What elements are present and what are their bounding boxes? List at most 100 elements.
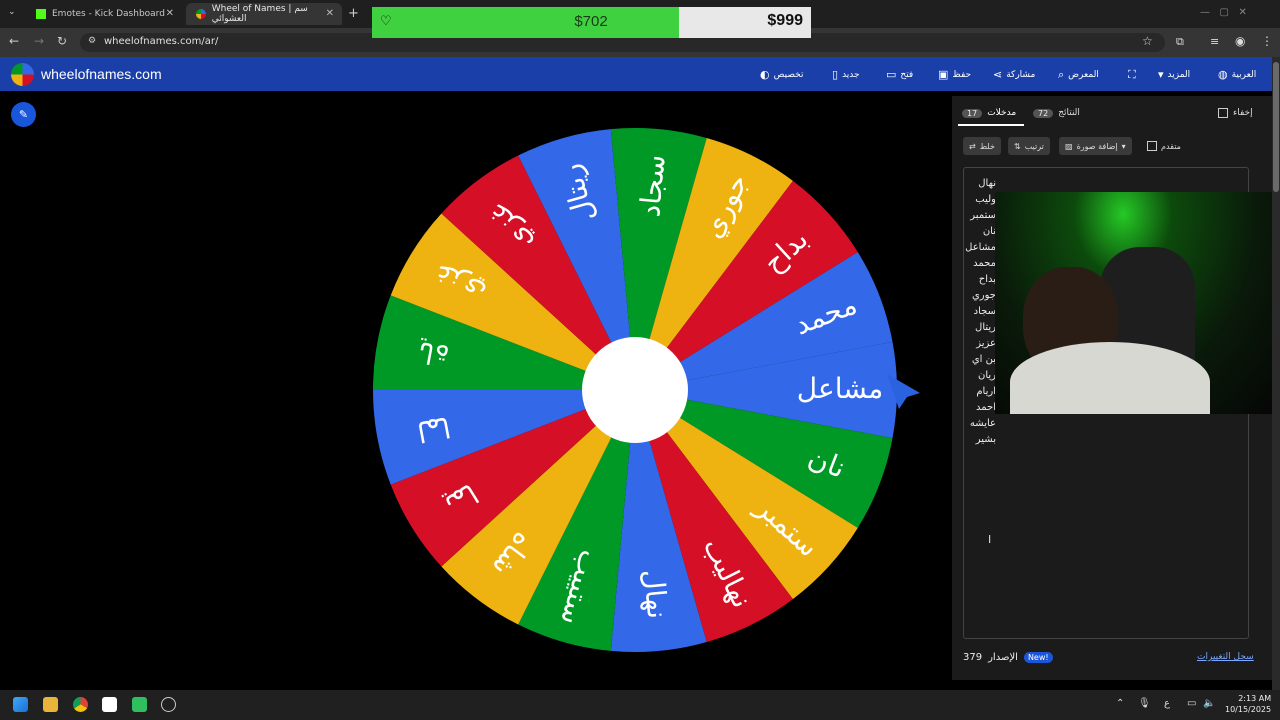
entry-line[interactable]: نان xyxy=(960,224,996,240)
taskbar xyxy=(0,690,1280,720)
shuffle-icon: ⇄ xyxy=(969,141,976,151)
entry-line[interactable]: ستمبر xyxy=(960,208,996,224)
folder-icon: ▭ xyxy=(886,68,897,81)
entry-line[interactable]: بداح xyxy=(960,272,996,288)
clock-date: 10/15/2025 xyxy=(1225,705,1272,714)
forward-icon[interactable]: → xyxy=(34,34,44,48)
wheel-slice-label: لما xyxy=(414,410,453,449)
advanced-checkbox[interactable] xyxy=(1147,141,1157,151)
advanced-toggle[interactable]: متقدم xyxy=(1141,137,1187,155)
globe-icon: ◍ xyxy=(1218,68,1228,81)
sort-button[interactable]: ⇅ ترتيب xyxy=(1008,137,1050,155)
wheel-slice-label: سجاد xyxy=(633,153,672,218)
hide-checkbox[interactable] xyxy=(1218,108,1228,118)
pencil-icon: ✎ xyxy=(18,108,29,121)
logo-icon[interactable] xyxy=(11,63,34,86)
media-icon[interactable]: ≡ xyxy=(1210,35,1219,48)
profile-icon[interactable]: ◉ xyxy=(1235,34,1245,48)
palette-icon: ◐ xyxy=(760,68,770,81)
close-tab-icon[interactable]: ✕ xyxy=(166,8,174,19)
entry-line[interactable]: جوري xyxy=(960,288,996,304)
webcam-overlay xyxy=(995,192,1280,414)
wheel-favicon-icon xyxy=(196,9,206,19)
close-tab-icon[interactable]: ✕ xyxy=(326,8,334,19)
tray-chevron-icon[interactable]: ⌃ xyxy=(1116,698,1124,709)
back-icon[interactable]: ← xyxy=(9,34,19,48)
extensions-icon[interactable]: ⧉ xyxy=(1176,35,1184,49)
edit-pencil-button[interactable]: ✎ xyxy=(11,102,36,127)
entry-line[interactable]: محمد xyxy=(960,256,996,272)
version-number: 379 xyxy=(963,652,983,663)
obs-app-icon[interactable] xyxy=(102,697,117,712)
hide-toggle[interactable]: إخفاء xyxy=(1218,108,1253,118)
site-title[interactable]: wheelofnames.com xyxy=(41,66,162,82)
clock-time: 2:13 AM xyxy=(1238,694,1272,703)
entry-line[interactable]: احمد xyxy=(960,400,996,416)
menu-dots-icon[interactable]: ⋮ xyxy=(1261,34,1273,48)
version-row: 379 الإصدار New! xyxy=(963,652,1053,663)
wheel-center[interactable] xyxy=(582,337,688,443)
chrome-icon[interactable] xyxy=(73,697,88,712)
tab-label: Wheel of Names | سم العشوائي xyxy=(211,4,308,24)
menu-open[interactable]: ▭ فتح xyxy=(886,68,913,81)
reload-icon[interactable]: ↻ xyxy=(57,34,67,48)
menu-more[interactable]: ▾ المزيد xyxy=(1158,68,1190,81)
sort-icon: ⇅ xyxy=(1014,141,1021,151)
add-image-button[interactable]: ▨ إضافة صورة ▾ xyxy=(1059,137,1132,155)
new-badge: New! xyxy=(1023,652,1053,663)
donation-goal-bar: ♡ $702 $999 xyxy=(372,7,811,38)
share-icon: ⋖ xyxy=(993,68,1003,81)
network-icon[interactable]: ▭ xyxy=(1187,698,1196,709)
fullscreen-icon: ⛶ xyxy=(1128,68,1136,81)
changelog-link[interactable]: سجل التغييرات xyxy=(1197,652,1254,662)
entries-count: 17 xyxy=(962,108,983,118)
clock[interactable]: 2:13 AM 10/15/2025 xyxy=(1225,693,1271,715)
new-tab-button[interactable]: + xyxy=(348,6,359,21)
entry-line[interactable]: وليب xyxy=(960,192,996,208)
volume-icon[interactable]: 🔈 xyxy=(1203,698,1215,709)
file-icon: ▯ xyxy=(832,68,839,81)
scrollbar-thumb[interactable] xyxy=(1273,62,1279,192)
wheel-slice-label: مشاعل xyxy=(797,372,883,405)
image-icon: ▨ xyxy=(1065,141,1073,151)
kick-app-icon[interactable] xyxy=(132,697,147,712)
menu-share[interactable]: ⋖ مشاركة xyxy=(993,68,1035,81)
microphone-icon[interactable]: 🎙 xyxy=(1138,698,1151,709)
menu-customize[interactable]: ◐ تخصيص xyxy=(760,68,803,81)
menu-new[interactable]: ▯ جديد xyxy=(832,68,860,81)
tab-entries[interactable]: 17 مدخلات xyxy=(962,108,1016,118)
bookmark-star-icon[interactable]: ☆ xyxy=(1142,34,1153,48)
tab-kick-dashboard[interactable]: Emotes - Kick Dashboard ✕ xyxy=(26,3,182,25)
entry-line[interactable]: ريان xyxy=(960,368,996,384)
entries-list[interactable]: نهال وليب ستمبر نان مشاعل محمد بداح جوري سجاد ريت… xyxy=(960,176,996,448)
file-explorer-icon[interactable] xyxy=(43,697,58,712)
menu-save[interactable]: ▣ حفظ xyxy=(938,68,971,81)
windows-start-icon[interactable] xyxy=(13,697,28,712)
site-info-icon[interactable]: ⚙ xyxy=(88,36,96,46)
entry-line[interactable]: سجاد xyxy=(960,304,996,320)
input-language[interactable]: ع xyxy=(1164,698,1170,709)
donation-goal: $999 xyxy=(767,12,803,29)
save-icon: ▣ xyxy=(938,68,949,81)
notification-app-icon[interactable] xyxy=(161,697,176,712)
entry-line[interactable]: اريام xyxy=(960,384,996,400)
search-icon: ⌕ xyxy=(1058,68,1065,81)
tab-wheel-of-names[interactable]: Wheel of Names | سم العشوائي ✕ xyxy=(186,3,342,25)
entry-line[interactable]: مشاعل xyxy=(960,240,996,256)
url-text[interactable]: wheelofnames.com/ar/ xyxy=(104,36,218,47)
tab-search-icon[interactable]: ⌄ xyxy=(8,7,16,17)
menu-gallery[interactable]: ⌕ المعرض xyxy=(1058,68,1099,82)
entry-line[interactable]: بن اي xyxy=(960,352,996,368)
wheel[interactable]: مشاعلنانستمبرنهاليبنهالستييبشاهيمالماياة… xyxy=(360,118,920,658)
entry-line[interactable]: عايشه xyxy=(960,416,996,432)
entry-line[interactable]: نهال xyxy=(960,176,996,192)
entry-line[interactable]: ريتال xyxy=(960,320,996,336)
tab-results[interactable]: 72 النتائج xyxy=(1033,108,1080,118)
window-controls[interactable]: — ▢ ✕ xyxy=(1200,7,1247,18)
entry-line[interactable]: بشير xyxy=(960,432,996,448)
shuffle-button[interactable]: ⇄ خلط xyxy=(963,137,1001,155)
text-cursor-icon: I xyxy=(988,533,992,546)
menu-fullscreen[interactable]: ⛶ xyxy=(1128,68,1136,82)
entry-line[interactable]: عزيز xyxy=(960,336,996,352)
menu-language[interactable]: ◍ العربية xyxy=(1218,68,1256,81)
